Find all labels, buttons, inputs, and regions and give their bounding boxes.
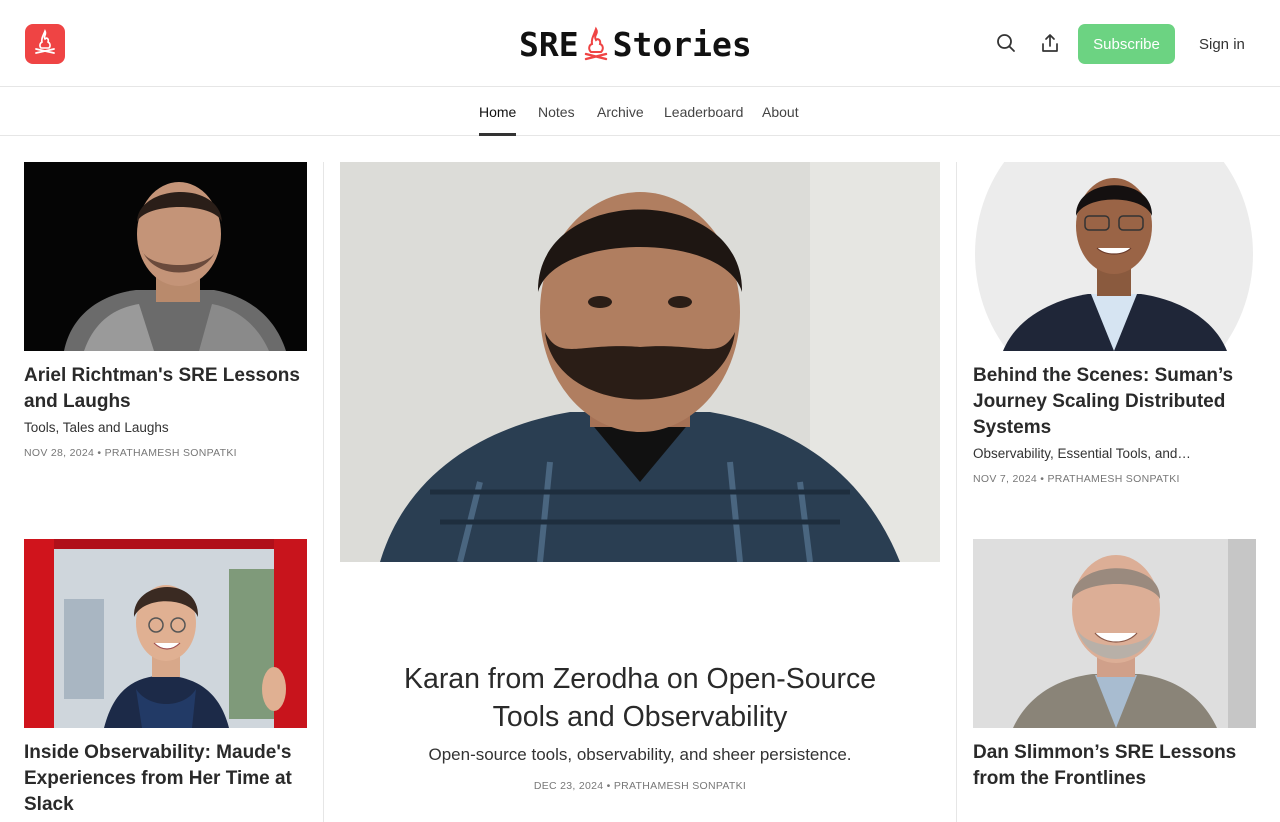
hero-post-subtitle: Open-source tools, observability, and sh… — [428, 745, 852, 764]
meta-separator: • — [603, 780, 614, 792]
site-brand[interactable]: SRE Stories — [519, 24, 752, 64]
campfire-icon — [583, 26, 609, 62]
meta-separator: • — [94, 447, 105, 459]
nav-item-archive[interactable]: Archive — [597, 88, 644, 135]
post-title[interactable]: Dan Slimmon’s SRE Lessons from the Front… — [973, 740, 1256, 792]
nav-item-about[interactable]: About — [762, 88, 799, 135]
post-author[interactable]: PRATHAMESH SONPATKI — [105, 447, 237, 459]
post-thumbnail-dan[interactable] — [973, 539, 1256, 728]
search-icon[interactable] — [993, 30, 1019, 56]
sign-in-link[interactable]: Sign in — [1195, 24, 1249, 64]
post-title[interactable]: Behind the Scenes: Suman’s Journey Scali… — [973, 363, 1256, 441]
post-meta: NOV 28, 2024 • PRATHAMESH SONPATKI — [24, 447, 237, 459]
post-date: NOV 7, 2024 — [973, 473, 1038, 485]
post-thumbnail-suman[interactable] — [973, 162, 1256, 351]
post-subtitle: Observability, Essential Tools, and… — [973, 446, 1191, 461]
nav-item-leaderboard[interactable]: Leaderboard — [664, 88, 743, 135]
nav-item-home[interactable]: Home — [479, 88, 517, 136]
nav-item-notes[interactable]: Notes — [538, 88, 575, 135]
post-subtitle: Tools, Tales and Laughs — [24, 420, 169, 435]
brand-text-left: SRE — [519, 24, 579, 64]
post-author[interactable]: PRATHAMESH SONPATKI — [614, 780, 746, 792]
post-thumbnail-maude[interactable] — [24, 539, 307, 728]
post-title[interactable]: Inside Observability: Maude's Experience… — [24, 740, 307, 818]
post-meta: NOV 7, 2024 • PRATHAMESH SONPATKI — [973, 473, 1180, 485]
share-icon[interactable] — [1037, 30, 1063, 56]
primary-nav: Home Notes Archive Leaderboard About — [0, 88, 1280, 136]
post-date: DEC 23, 2024 — [533, 780, 604, 792]
post-title[interactable]: Ariel Richtman's SRE Lessons and Laughs — [24, 363, 307, 415]
site-header: SRE Stories Subscribe Sign in — [0, 0, 1280, 87]
post-date: NOV 28, 2024 — [24, 447, 95, 459]
post-thumbnail-ariel[interactable] — [24, 162, 307, 351]
brand-text-right: Stories — [612, 24, 752, 64]
hero-post-meta: DEC 23, 2024 • PRATHAMESH SONPATKI — [340, 780, 940, 792]
column-divider — [956, 162, 957, 822]
subscribe-button[interactable]: Subscribe — [1078, 24, 1175, 64]
post-author[interactable]: PRATHAMESH SONPATKI — [1047, 473, 1179, 485]
column-divider — [323, 162, 324, 822]
hero-post-title[interactable]: Karan from Zerodha on Open-Source Tools … — [400, 660, 880, 736]
app-logo-icon[interactable] — [25, 24, 65, 64]
post-thumbnail-karan[interactable] — [340, 162, 940, 562]
meta-separator: • — [1037, 473, 1048, 485]
